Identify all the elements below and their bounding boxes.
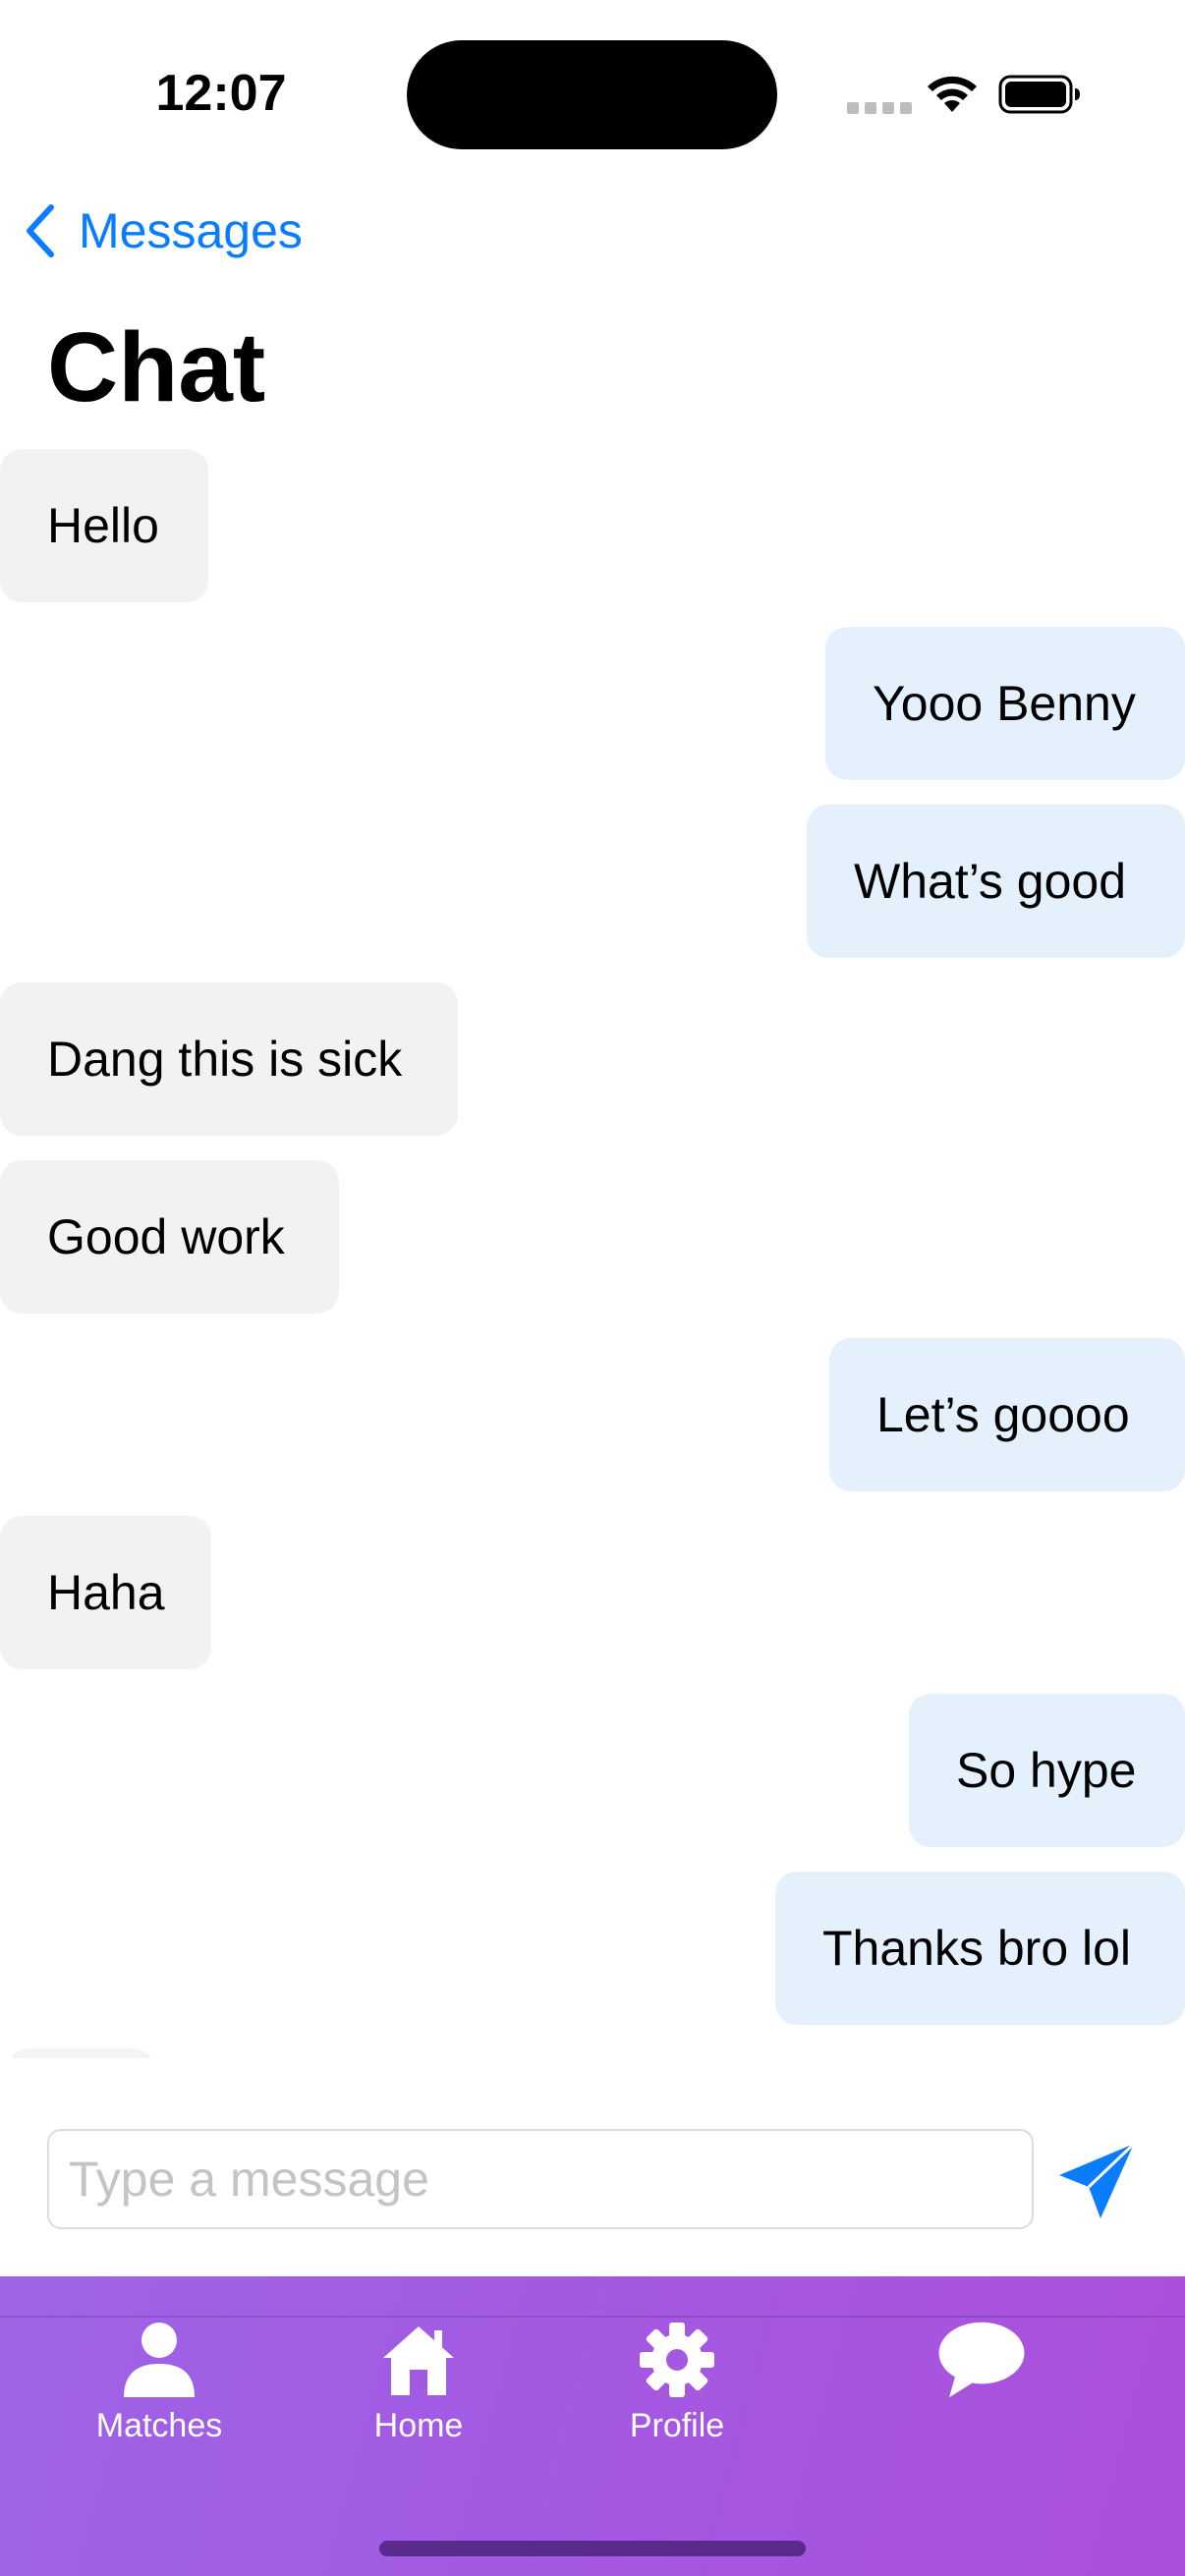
partial-message-bubble [8, 2048, 155, 2058]
sent-message-bubble: Let’s goooo [829, 1338, 1185, 1491]
chat-bubble-icon [938, 2322, 1025, 2398]
dynamic-island [407, 40, 777, 149]
page-title: Chat [47, 312, 266, 422]
tab-home[interactable]: Home [310, 2321, 527, 2468]
received-message-bubble: Dang this is sick [0, 982, 458, 1136]
chevron-left-icon [27, 204, 54, 257]
tab-matches[interactable]: Matches [51, 2321, 267, 2468]
wifi-icon [928, 76, 977, 112]
message-row: Good work [0, 1160, 1185, 1314]
send-icon[interactable] [1055, 2140, 1138, 2222]
tab-chat[interactable] [874, 2321, 1090, 2468]
status-time: 12:07 [155, 65, 287, 122]
home-indicator[interactable] [379, 2541, 806, 2556]
message-row: So hype [0, 1694, 1185, 1847]
message-list[interactable]: Hello Yooo Benny What’s good Dang this i… [0, 447, 1185, 2058]
back-button-label: Messages [79, 203, 303, 258]
message-row: What’s good [0, 805, 1185, 958]
message-row: Thanks bro lol [0, 1872, 1185, 2025]
message-row: Hello [0, 449, 1185, 602]
sent-message-bubble: What’s good [807, 805, 1185, 958]
tab-bar: Matches Home Profile [0, 2276, 1185, 2576]
received-message-bubble: Good work [0, 1160, 339, 1314]
message-row: Dang this is sick [0, 982, 1185, 1136]
battery-icon [998, 75, 1080, 114]
back-button[interactable]: Messages [24, 196, 303, 265]
received-message-bubble: Hello [0, 449, 208, 602]
tab-bar-divider [0, 2316, 1185, 2318]
house-icon [383, 2326, 454, 2395]
sent-message-bubble: Thanks bro lol [775, 1872, 1185, 2025]
message-row: Haha [0, 1516, 1185, 1669]
person-icon [124, 2323, 195, 2397]
sent-message-bubble: So hype [909, 1694, 1185, 1847]
received-message-bubble: Haha [0, 1516, 211, 1669]
tab-label: Matches [95, 2407, 223, 2444]
status-bar: 12:07 [0, 0, 1185, 187]
message-composer [0, 2058, 1185, 2276]
message-row: Let’s goooo [0, 1338, 1185, 1491]
cellular-signal-icon [847, 102, 912, 114]
message-input[interactable] [47, 2129, 1034, 2229]
sent-message-bubble: Yooo Benny [825, 627, 1185, 780]
gear-icon [640, 2323, 714, 2397]
message-row: Yooo Benny [0, 627, 1185, 780]
tab-label: Home [373, 2407, 464, 2444]
tab-label: Profile [629, 2407, 725, 2444]
tab-profile[interactable]: Profile [569, 2321, 785, 2468]
